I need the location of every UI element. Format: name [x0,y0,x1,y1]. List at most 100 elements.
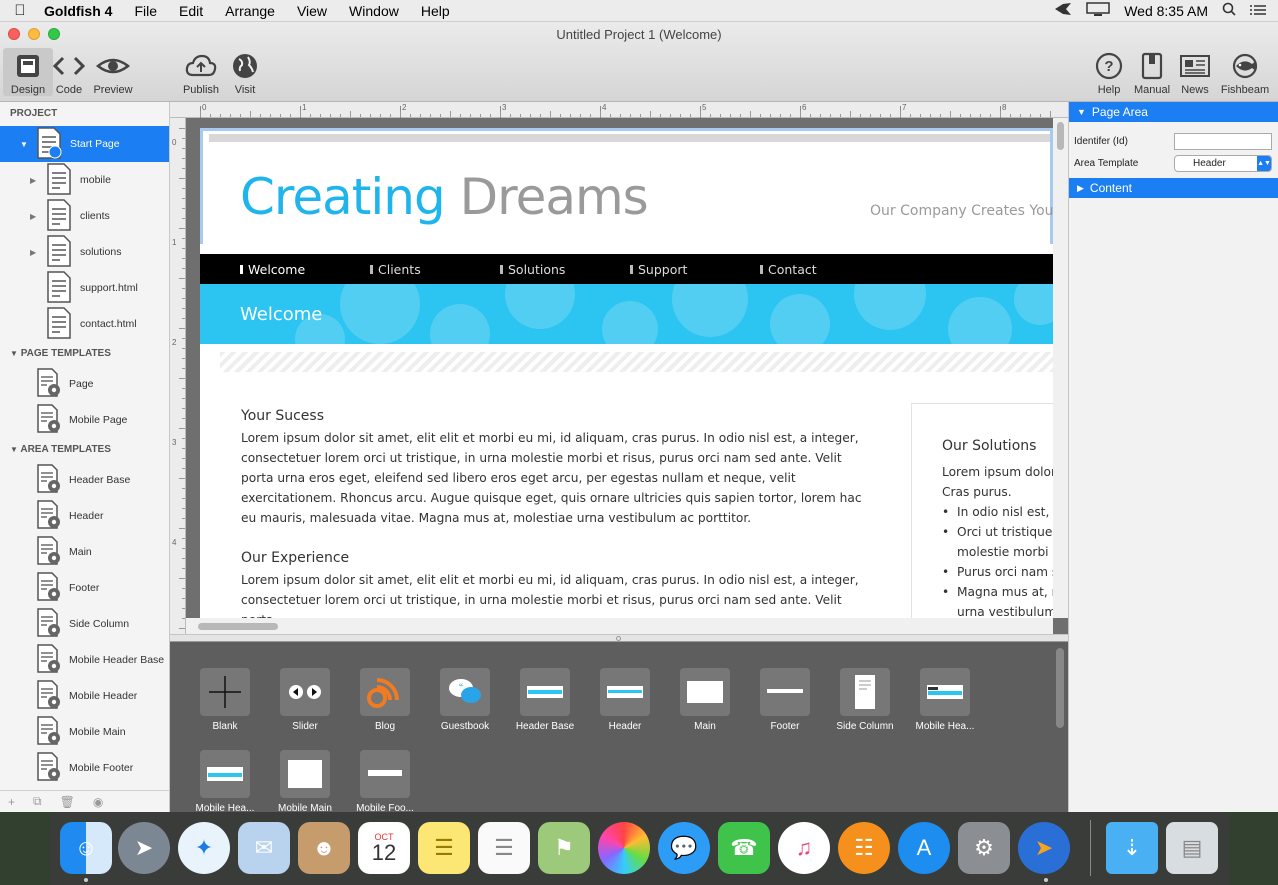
area-template-item[interactable]: Side Column [0,606,169,642]
vertical-scroll-thumb[interactable] [1057,122,1064,150]
trash-icon[interactable]: 🗑 [60,795,75,809]
content-section-header[interactable]: ▶ Content [1069,178,1278,198]
menu-app-name[interactable]: Goldfish 4 [40,3,123,19]
area-template-item[interactable]: Footer [0,570,169,606]
finder-icon[interactable]: ☺ [60,822,112,874]
trash-dock-icon[interactable]: ▤ [1166,822,1218,874]
launchpad-icon[interactable]: ➤ [118,822,170,874]
display-icon[interactable] [1086,2,1110,19]
library-item-guestbook[interactable]: “ Guestbook [425,668,505,732]
ibooks-icon[interactable]: ☷ [838,822,890,874]
site-nav-support[interactable]: Support [630,262,687,277]
disclosure-triangle-icon[interactable]: ▶ [30,212,36,221]
publish-button[interactable]: Publish [176,48,226,96]
notification-center-icon[interactable] [1250,3,1266,19]
menu-window[interactable]: Window [338,3,410,19]
site-nav-clients[interactable]: Clients [370,262,421,277]
area-template-item[interactable]: Mobile Header Base [0,642,169,678]
area-template-item[interactable]: Header [0,498,169,534]
sidebar-page-solutions[interactable]: ▶ solutions [0,234,169,270]
facetime-icon[interactable]: ☎ [718,822,770,874]
news-button[interactable]: News [1170,48,1220,96]
sidebar-page-start-page[interactable]: ▼ Start Page [0,126,169,162]
library-item-footer[interactable]: Footer [745,668,825,732]
area-template-item[interactable]: Mobile Main [0,714,169,750]
site-nav-welcome[interactable]: Welcome [240,262,305,277]
sidebar-page-mobile[interactable]: ▶ mobile [0,162,169,198]
horizontal-scroll-thumb[interactable] [198,623,278,630]
safari-icon[interactable]: ✦ [178,822,230,874]
site-nav-solutions[interactable]: Solutions [500,262,565,277]
sidebar-page-clients[interactable]: ▶ clients [0,198,169,234]
reminders-icon[interactable]: ☰ [478,822,530,874]
menu-view[interactable]: View [286,3,338,19]
menu-arrange[interactable]: Arrange [214,3,286,19]
visibility-eye-icon[interactable]: ◉ [93,795,103,809]
calendar-icon[interactable]: OCT 12 [358,822,410,874]
page-canvas[interactable]: Creating Dreams Our Company Creates Your… [200,128,1053,618]
sidebar-page-support-html[interactable]: support.html [0,270,169,306]
visit-button[interactable]: Visit [220,48,270,96]
mail-icon[interactable]: ✉ [238,822,290,874]
clock[interactable]: Wed 8:35 AM [1124,3,1208,19]
library-item-blank[interactable]: Blank [185,668,265,732]
page-area-section-header[interactable]: ▼ Page Area [1069,102,1278,122]
header-area[interactable]: Creating Dreams Our Company Creates Your [200,128,1053,244]
goldfish-dock-icon[interactable]: ➤ [1018,822,1070,874]
library-item-slider[interactable]: Slider [265,668,345,732]
area-template-item[interactable]: Mobile Header [0,678,169,714]
system-preferences-icon[interactable]: ⚙ [958,822,1010,874]
app-store-icon[interactable]: A [898,822,950,874]
menu-edit[interactable]: Edit [168,3,214,19]
menu-help[interactable]: Help [410,3,461,19]
ruler-minor-tick [270,114,271,117]
page-template-item[interactable]: Page [0,366,169,402]
area-template-item[interactable]: Mobile Footer [0,750,169,786]
library-item-main[interactable]: Main [665,668,745,732]
library-item-header[interactable]: Header [585,668,665,732]
library-item-mobile-header-base[interactable]: Mobile Hea... [905,668,985,732]
library-item-mobile-main[interactable]: Mobile Main [265,750,345,814]
identifier-input[interactable] [1174,132,1272,150]
area-template-item[interactable]: Main [0,534,169,570]
library-item-mobile-header[interactable]: Mobile Hea... [185,750,265,814]
contacts-icon[interactable]: ☻ [298,822,350,874]
ruler-minor-tick [182,618,185,619]
library-item-blog[interactable]: Blog [345,668,425,732]
page-template-item[interactable]: Mobile Page [0,402,169,438]
downloads-folder-icon[interactable]: ⇣ [1106,822,1158,874]
library-item-side-column[interactable]: Side Column [825,668,905,732]
code-button[interactable]: Code [44,48,94,96]
page-templates-header[interactable]: ▼ PAGE TEMPLATES [0,342,169,366]
spotlight-search-icon[interactable] [1222,2,1236,19]
main-content[interactable]: Your Sucess Lorem ipsum dolor sit amet, … [241,408,871,618]
duplicate-icon[interactable]: ⧉ [33,794,42,809]
editor-horizontal-scrollbar[interactable] [186,618,1053,634]
side-column[interactable]: Our Solutions Lorem ipsum dolor Cras pur… [911,403,1053,618]
fishbeam-button[interactable]: Fishbeam [1220,48,1270,96]
add-icon[interactable]: + [8,795,15,809]
sidebar-page-contact-html[interactable]: contact.html [0,306,169,342]
photos-icon[interactable] [598,822,650,874]
disclosure-triangle-icon[interactable]: ▶ [30,248,36,257]
itunes-icon[interactable]: ♫ [778,822,830,874]
area-template-select[interactable]: Header ▲▼ [1174,154,1272,172]
messages-icon[interactable]: 💬 [658,822,710,874]
disclosure-triangle-icon[interactable]: ▶ [30,176,36,185]
apple-icon[interactable]:  [0,2,40,19]
library-item-mobile-footer[interactable]: Mobile Foo... [345,750,425,814]
area-template-item[interactable]: Header Base [0,462,169,498]
preview-button[interactable]: Preview [88,48,138,96]
disclosure-triangle-icon[interactable]: ▼ [20,140,28,149]
maps-icon[interactable]: ⚑ [538,822,590,874]
site-nav-contact[interactable]: Contact [760,262,817,277]
menu-file[interactable]: File [123,3,168,19]
area-templates-header[interactable]: ▼ AREA TEMPLATES [0,438,169,462]
editor-library-splitter[interactable] [170,634,1068,642]
notes-icon[interactable]: ☰ [418,822,470,874]
ruler-minor-tick [240,114,241,117]
library-scrollbar[interactable] [1056,648,1064,728]
editor-vertical-scrollbar[interactable] [1053,118,1068,618]
goldfish-status-icon[interactable] [1054,2,1072,19]
library-item-header-base[interactable]: Header Base [505,668,585,732]
